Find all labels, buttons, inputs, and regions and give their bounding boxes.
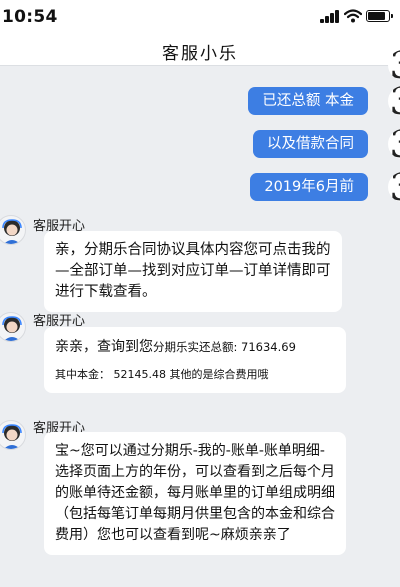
user-message: 已还总额 本金 [248,87,368,115]
agent-message: 亲，分期乐合同协议具体内容您可点击我的—全部订单—找到对应订单—订单详情即可进行… [44,231,342,312]
agent-message: 宝~您可以通过分期乐-我的-账单-账单明细-选择页面上方的年份，可以查看到之后每… [44,432,346,555]
nav-bar: 客服小乐 [0,32,400,66]
status-time: 10:54 [2,7,58,27]
agent-message-prefix: 亲亲，查询到您 [55,339,153,355]
user-message: 以及借款合同 [253,130,368,158]
battery-icon [366,10,393,22]
user-message: 2019年6月前 [250,173,368,201]
total-repaid: 分期乐实还总额: 71634.69 [153,340,296,354]
user-avatar: 3 [388,86,400,116]
status-bar: 10:54 [0,0,400,32]
agent-message: 亲亲，查询到您分期乐实还总额: 71634.69 其中本金： 52145.48 … [44,327,346,393]
agent-avatar [0,215,26,245]
agent-avatar [0,312,26,342]
page-title: 客服小乐 [162,44,238,64]
wifi-icon [344,9,362,23]
user-avatar: 3 [388,129,400,159]
user-avatar: 3 [388,50,400,80]
signal-icon [320,10,340,23]
user-avatar: 3 [388,172,400,202]
principal-line: 其中本金： 52145.48 其他的是综合费用哦 [55,368,269,381]
agent-message-line: 亲亲，查询到您分期乐实还总额: 71634.69 [55,336,335,358]
agent-avatar [0,420,26,450]
